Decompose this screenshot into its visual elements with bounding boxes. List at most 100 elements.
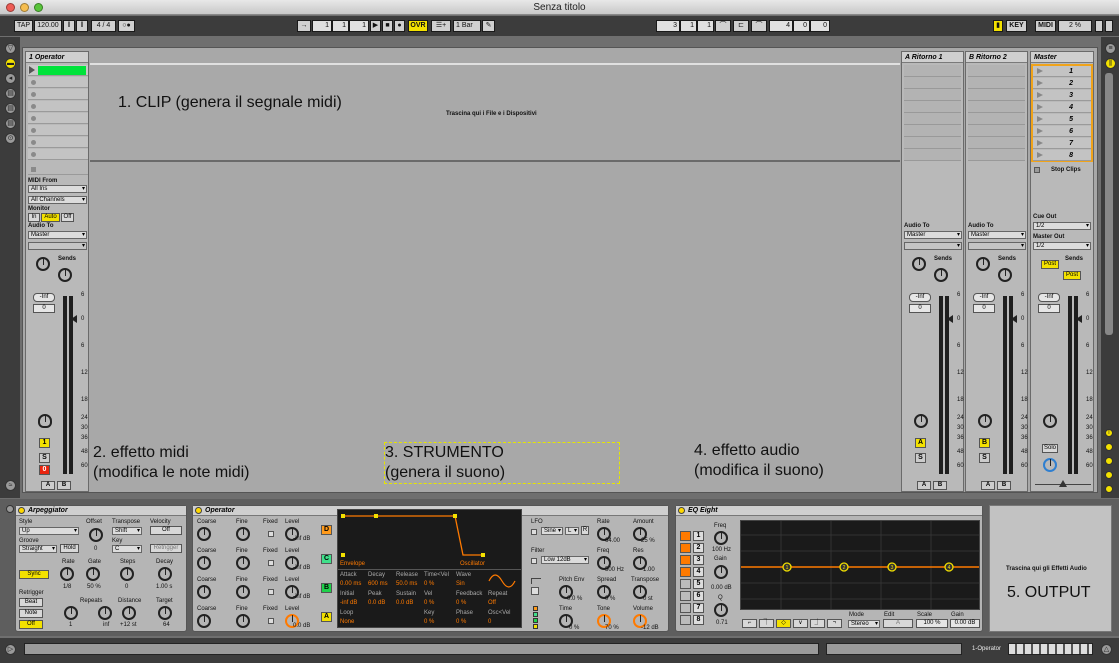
eq-gain-knob[interactable] [714, 565, 728, 579]
loop-start-beat[interactable]: 1 [680, 20, 697, 32]
eq-band-2-led[interactable] [680, 543, 691, 553]
arm-button[interactable]: 0 [39, 465, 50, 475]
audio-to-channel-select[interactable] [28, 242, 87, 250]
master-out-select[interactable]: 1/2 [1033, 242, 1091, 250]
osc-repeat-value[interactable]: Off [488, 600, 496, 606]
eq-highshelf-filter-icon[interactable]: ⏌ [810, 619, 825, 628]
track-volume-field[interactable]: -Inf [33, 293, 55, 302]
time-signature-field[interactable]: 4 / 4 [91, 20, 116, 32]
clip-slot-8[interactable] [28, 149, 88, 160]
eq-band-5-led[interactable] [680, 579, 691, 589]
master-fader-handle-icon[interactable] [1076, 315, 1082, 323]
eq-band-8-led[interactable] [680, 615, 691, 625]
eq-band-3-button[interactable]: 3 [693, 555, 704, 565]
volume-fader-handle-icon[interactable] [71, 315, 77, 323]
crossfader-toggle-icon[interactable] [1105, 485, 1113, 493]
osc-key-value[interactable]: 0 % [424, 619, 434, 625]
session-view-icon[interactable]: ≡ [1105, 43, 1116, 54]
arp-retrigger-off-button[interactable]: Off [19, 620, 43, 629]
loop-start-sixteenth[interactable]: 1 [697, 20, 714, 32]
crossfade-b-button[interactable]: B [57, 481, 71, 490]
scene-1[interactable]: 1 [1033, 66, 1091, 77]
position-beat-field[interactable]: 1 [332, 20, 349, 32]
return-b-title[interactable]: B Ritorno 2 [966, 52, 1027, 63]
solo-cue-button[interactable]: Solo [1042, 444, 1058, 453]
clip-slot-3[interactable] [28, 89, 88, 100]
arp-gate-knob[interactable] [86, 567, 100, 581]
eq-band-6-button[interactable]: 6 [693, 591, 704, 601]
arp-transpose-select[interactable]: Shift [112, 527, 142, 535]
eq-band-3-led[interactable] [680, 555, 691, 565]
scene-6[interactable]: 6 [1033, 126, 1091, 137]
eq-edit-button[interactable]: A [883, 619, 913, 628]
clip-slot-2[interactable] [28, 77, 88, 88]
arp-repeats-knob[interactable] [64, 606, 78, 620]
follow-icon[interactable]: → [297, 20, 311, 32]
send-b-knob[interactable] [58, 268, 72, 282]
sends-toggle-icon[interactable] [1105, 443, 1113, 451]
env-decay-value[interactable]: 600 ms [368, 581, 388, 587]
return-b-fader-handle-icon[interactable] [1011, 315, 1017, 323]
env-loop-value[interactable]: None [340, 619, 354, 625]
eq-band-1-led[interactable] [680, 531, 691, 541]
cue-out-select[interactable]: 1/2 [1033, 222, 1091, 230]
session-scrollbar[interactable] [1105, 73, 1113, 335]
return-a-title[interactable]: A Ritorno 1 [902, 52, 963, 63]
punch-in-icon[interactable]: ⌒ [715, 20, 731, 32]
monitor-off-button[interactable]: Off [61, 213, 74, 222]
env-attack-value[interactable]: 0.00 ms [340, 581, 361, 587]
loop-length-beat[interactable]: 0 [793, 20, 810, 32]
library-icon[interactable]: ▤ [5, 118, 16, 129]
scene-8[interactable]: 8 [1033, 150, 1091, 161]
lfo-retrigger-button[interactable]: R [581, 526, 589, 535]
send-a-knob[interactable] [36, 257, 50, 271]
arp-steps-knob[interactable] [120, 567, 134, 581]
operator-envelope-display[interactable]: Envelope Oscillator Attack Decay Release… [337, 509, 522, 628]
clip-play-icon[interactable] [29, 66, 35, 74]
scene-7[interactable]: 7 [1033, 138, 1091, 149]
post-button-b[interactable]: Post [1063, 271, 1081, 280]
eq-q-knob[interactable] [714, 603, 728, 617]
env-vel-value[interactable]: 0 % [424, 600, 434, 606]
return-a-audio-to-select[interactable]: Master [904, 231, 962, 239]
loop-length-bar[interactable]: 4 [769, 20, 793, 32]
pan-knob[interactable] [38, 414, 52, 428]
eq-eight-title-bar[interactable]: EQ Eight [676, 506, 982, 516]
stop-clips-button[interactable]: Stop Clips [1051, 167, 1081, 173]
solo-button[interactable]: S [39, 453, 50, 463]
return-b-volume-field[interactable]: -Inf [973, 293, 995, 302]
clip-slot-4[interactable] [28, 101, 88, 112]
return-b-pan-knob[interactable] [978, 414, 992, 428]
automation-arm-icon[interactable]: ☰+ [431, 20, 451, 32]
return-a-send-b-knob[interactable] [934, 268, 948, 282]
osc-wave-value[interactable]: Sin [456, 581, 465, 587]
lfo-enable-checkbox[interactable] [531, 529, 537, 535]
op-osc-a-button[interactable]: A [321, 612, 332, 622]
position-sixteenth-field[interactable]: 1 [349, 20, 369, 32]
arp-offset-knob[interactable] [89, 528, 103, 542]
master-title[interactable]: Master [1031, 52, 1093, 63]
master-volume-field[interactable]: -Inf [1038, 293, 1060, 302]
arp-style-select[interactable]: Up [19, 527, 79, 535]
arp-velocity-off-button[interactable]: Off [150, 526, 182, 535]
arp-target-knob[interactable] [158, 606, 172, 620]
zoom-window-icon[interactable] [34, 3, 43, 12]
eq-display[interactable]: 1 2 3 4 [740, 520, 980, 610]
loop-switch-icon[interactable]: ⊏ [733, 20, 749, 32]
stop-icon[interactable]: ■ [382, 20, 393, 32]
eq-mode-select[interactable]: Stereo [848, 620, 880, 628]
arp-beat-button[interactable]: Beat [19, 598, 43, 607]
eq-band-6-led[interactable] [680, 591, 691, 601]
algorithm-icon[interactable] [533, 606, 538, 611]
eq-output-gain-field[interactable]: 0.00 dB [950, 619, 980, 628]
op-osc-b-button[interactable]: B [321, 583, 332, 593]
op-a-fixed-checkbox[interactable] [268, 531, 274, 537]
env-peak-value[interactable]: 0.0 dB [368, 600, 385, 606]
op-a-fine-knob[interactable] [236, 527, 250, 541]
loop-start-bar[interactable]: 3 [656, 20, 680, 32]
stop-all-icon[interactable] [1034, 167, 1040, 173]
metronome-icon[interactable]: ○● [118, 20, 135, 32]
master-pan-knob[interactable] [1043, 414, 1057, 428]
close-window-icon[interactable] [6, 3, 15, 12]
clip-slot-1[interactable] [28, 65, 88, 76]
